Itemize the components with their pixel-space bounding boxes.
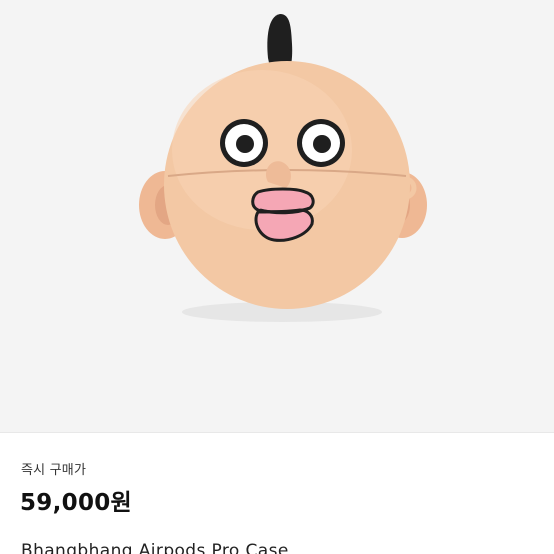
price-label: 즉시 구매가 (21, 463, 87, 478)
airpods-case-illustration (139, 14, 427, 322)
product-info-panel: 즉시 구매가 59,000원 Bhangbhang Airpods Pro Ca… (0, 432, 554, 554)
product-title: Bhangbhang Airpods Pro Case (21, 541, 289, 554)
right-eye-pupil (313, 135, 331, 153)
product-detail-page: 즉시 구매가 59,000원 Bhangbhang Airpods Pro Ca… (0, 0, 554, 554)
upper-lip (251, 187, 315, 214)
left-eye-pupil (236, 135, 254, 153)
product-image[interactable] (0, 0, 554, 432)
price-value: 59,000원 (20, 490, 133, 516)
